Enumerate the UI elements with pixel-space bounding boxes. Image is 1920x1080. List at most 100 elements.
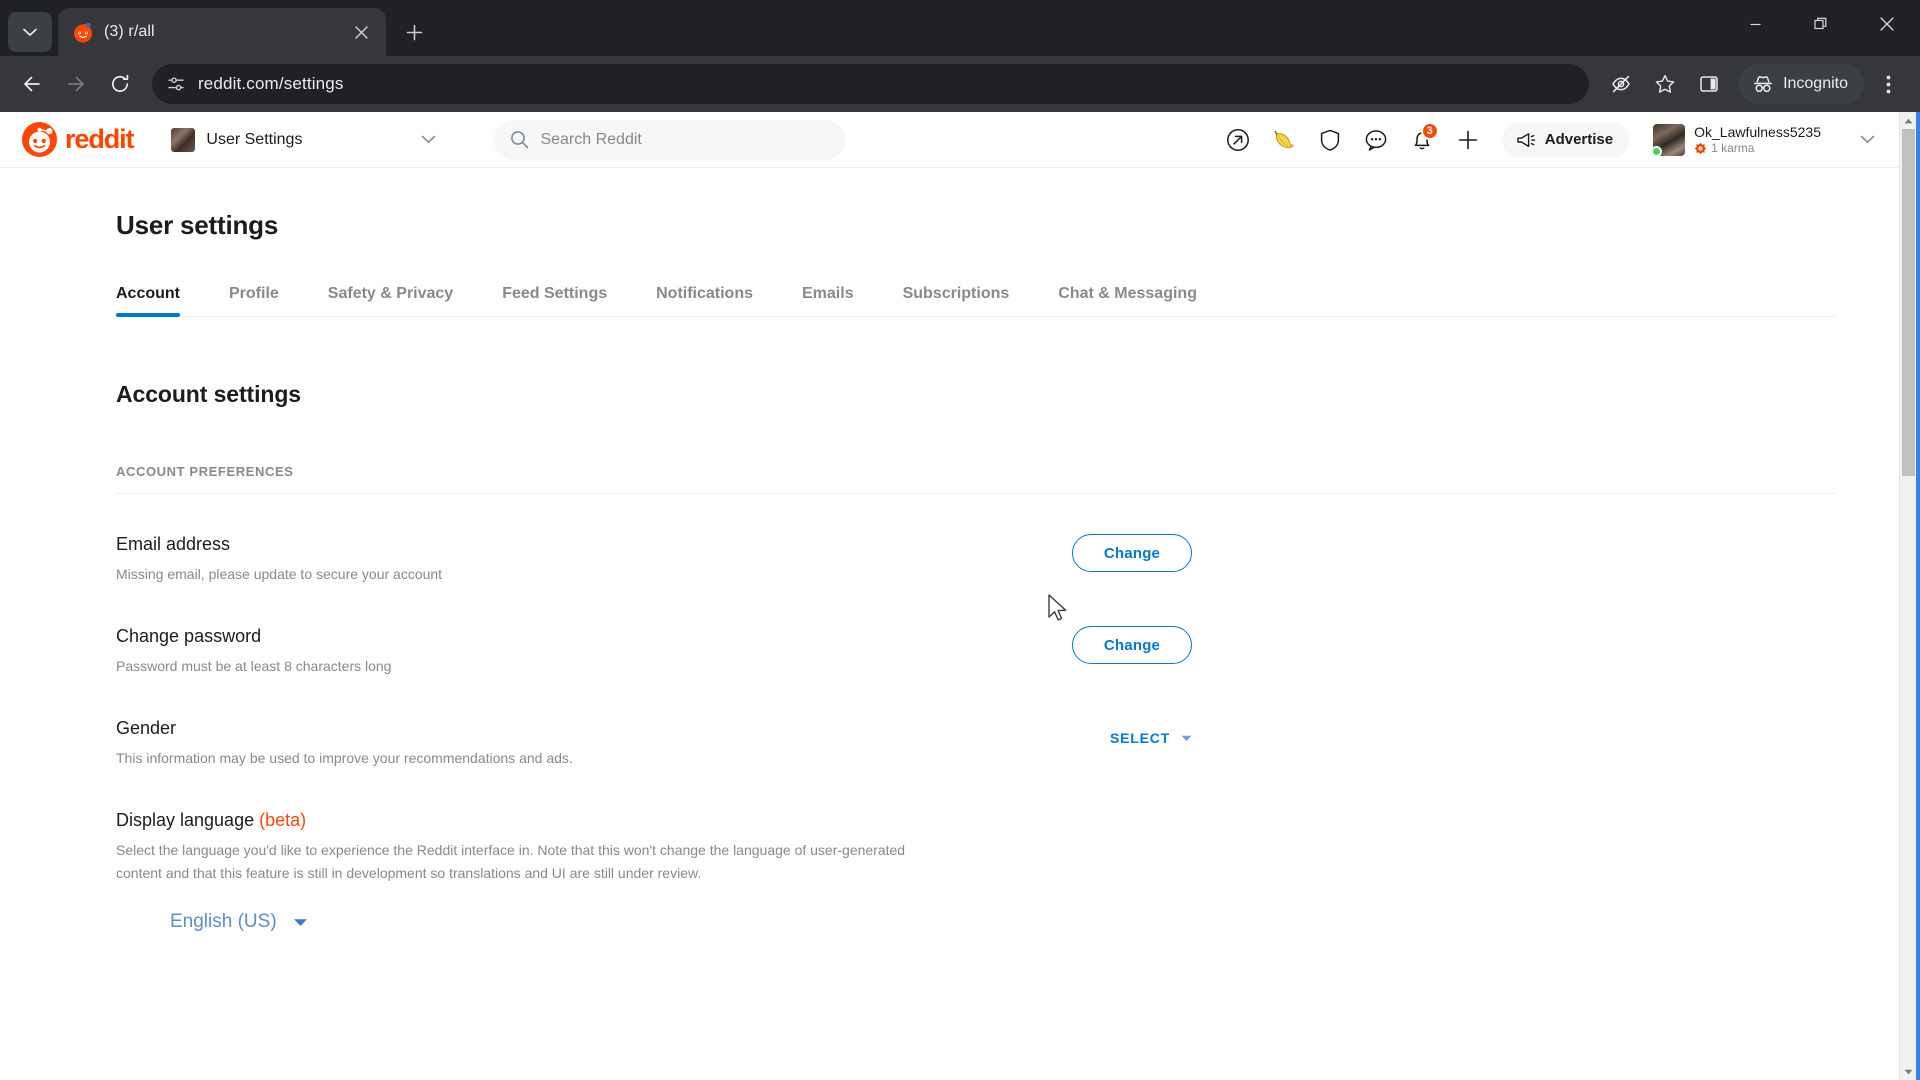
search-input[interactable]: Search Reddit	[494, 119, 847, 160]
scroll-down-button[interactable]	[1900, 1063, 1917, 1080]
restore-icon	[1814, 17, 1827, 30]
star-icon	[1655, 74, 1675, 93]
setting-row-email: Email address Missing email, please upda…	[116, 494, 1192, 586]
window-controls	[1722, 0, 1920, 48]
browser-menu-button[interactable]	[1868, 64, 1908, 104]
avatar	[1651, 123, 1686, 157]
scrollbar-track[interactable]	[1900, 129, 1916, 1063]
chevron-down-icon	[293, 918, 307, 926]
incognito-indicator[interactable]: Incognito	[1739, 64, 1864, 104]
back-arrow-icon	[24, 76, 40, 92]
three-dot-menu-icon	[1886, 75, 1890, 93]
hide-button[interactable]	[1601, 64, 1641, 104]
setting-description: This information may be used to improve …	[116, 750, 573, 766]
search-icon	[511, 131, 529, 149]
forward-button[interactable]	[56, 64, 96, 104]
change-email-button[interactable]: Change	[1072, 534, 1192, 572]
reddit-home-link[interactable]: reddit	[22, 122, 135, 157]
setting-row-password: Change password Password must be at leas…	[116, 586, 1192, 678]
tab-safety-privacy[interactable]: Safety & Privacy	[328, 285, 453, 316]
close-window-button[interactable]	[1854, 0, 1920, 48]
notifications-icon[interactable]: 3	[1402, 120, 1442, 160]
tab-emails[interactable]: Emails	[802, 285, 854, 316]
shield-icon[interactable]	[1310, 120, 1350, 160]
tab-title: (3) r/all	[104, 23, 155, 40]
scrollbar-thumb[interactable]	[1902, 129, 1915, 476]
user-menu[interactable]: Ok_Lawfulness5235 1 karma	[1647, 120, 1879, 160]
karma-icon	[1694, 142, 1707, 154]
group-label-account-preferences: ACCOUNT PREFERENCES	[116, 464, 1835, 494]
tune-icon[interactable]	[166, 74, 186, 94]
display-language-value: English (US)	[170, 911, 277, 932]
tab-account[interactable]: Account	[116, 285, 180, 317]
tab-feed-settings[interactable]: Feed Settings	[502, 285, 607, 316]
tab-close-button[interactable]	[348, 19, 374, 45]
page-viewport: reddit User Settings Search Reddit 3 Adv…	[0, 112, 1920, 1080]
address-bar[interactable]: reddit.com/settings	[152, 64, 1590, 104]
plus-icon	[406, 24, 422, 40]
maximize-button[interactable]	[1788, 0, 1854, 48]
bookmark-button[interactable]	[1645, 64, 1685, 104]
advertise-label: Advertise	[1544, 131, 1614, 148]
community-avatar	[171, 127, 196, 152]
settings-tabs: Account Profile Safety & Privacy Feed Se…	[116, 285, 1835, 317]
reload-icon	[112, 74, 129, 92]
gender-select[interactable]: SELECT	[1110, 718, 1192, 746]
change-password-button[interactable]: Change	[1072, 626, 1192, 664]
reddit-favicon	[72, 21, 94, 43]
tab-search-button[interactable]	[8, 12, 52, 52]
username: Ok_Lawfulness5235	[1694, 124, 1821, 140]
side-panel-button[interactable]	[1689, 64, 1729, 104]
chevron-down-icon	[23, 28, 37, 36]
reddit-wordmark: reddit	[65, 124, 135, 154]
eye-off-icon	[1612, 75, 1630, 93]
setting-title: Email address	[116, 534, 231, 554]
chevron-down-icon	[1181, 735, 1192, 741]
browser-toolbar: reddit.com/settings Incognito	[0, 56, 1920, 112]
new-tab-button[interactable]	[396, 14, 432, 50]
beta-tag: (beta)	[259, 810, 307, 830]
display-language-select[interactable]: English (US)	[170, 911, 308, 933]
setting-description: Select the language you'd like to experi…	[116, 842, 906, 881]
setting-title: Display language (beta)	[116, 808, 1192, 832]
close-icon	[354, 25, 368, 39]
reload-button[interactable]	[100, 64, 140, 104]
back-button[interactable]	[12, 64, 52, 104]
setting-title: Change password	[116, 626, 262, 646]
minimize-icon	[1750, 23, 1760, 25]
setting-description: Password must be at least 8 characters l…	[116, 658, 392, 674]
community-switcher-label: User Settings	[206, 130, 303, 148]
reddit-snoo-icon	[22, 122, 57, 157]
create-post-icon[interactable]	[1448, 120, 1488, 160]
settings-content: User settings Account Profile Safety & P…	[0, 168, 1899, 1080]
setting-row-gender: Gender This information may be used to i…	[116, 678, 1192, 770]
forward-arrow-icon	[68, 76, 84, 92]
setting-title: Gender	[116, 718, 177, 738]
setting-row-display-language: Display language (beta) Select the langu…	[116, 770, 1192, 933]
scroll-up-button[interactable]	[1900, 112, 1917, 129]
banana-icon[interactable]	[1264, 120, 1304, 160]
page-scrollbar[interactable]	[1899, 112, 1916, 1080]
search-placeholder: Search Reddit	[540, 130, 642, 148]
reddit-page: reddit User Settings Search Reddit 3 Adv…	[0, 112, 1899, 1080]
karma-row: 1 karma	[1694, 141, 1821, 155]
tab-notifications[interactable]: Notifications	[656, 285, 753, 316]
chat-icon[interactable]	[1356, 120, 1396, 160]
minimize-button[interactable]	[1722, 0, 1788, 48]
chevron-down-icon	[421, 135, 436, 144]
setting-description: Missing email, please update to secure y…	[116, 566, 443, 582]
gender-select-label: SELECT	[1109, 730, 1170, 746]
advertise-button[interactable]: Advertise	[1501, 121, 1630, 158]
incognito-icon	[1754, 76, 1773, 93]
setting-title-text: Display language	[116, 810, 255, 830]
url-text: reddit.com/settings	[198, 74, 344, 93]
popular-icon[interactable]	[1218, 120, 1258, 160]
close-icon	[1880, 17, 1894, 31]
tab-subscriptions[interactable]: Subscriptions	[903, 285, 1010, 316]
tab-chat-messaging[interactable]: Chat & Messaging	[1058, 285, 1197, 316]
megaphone-icon	[1517, 132, 1535, 147]
browser-tab[interactable]: (3) r/all	[58, 8, 386, 56]
community-switcher[interactable]: User Settings	[165, 123, 442, 157]
tab-profile[interactable]: Profile	[229, 285, 279, 316]
section-title: Account settings	[116, 381, 301, 407]
